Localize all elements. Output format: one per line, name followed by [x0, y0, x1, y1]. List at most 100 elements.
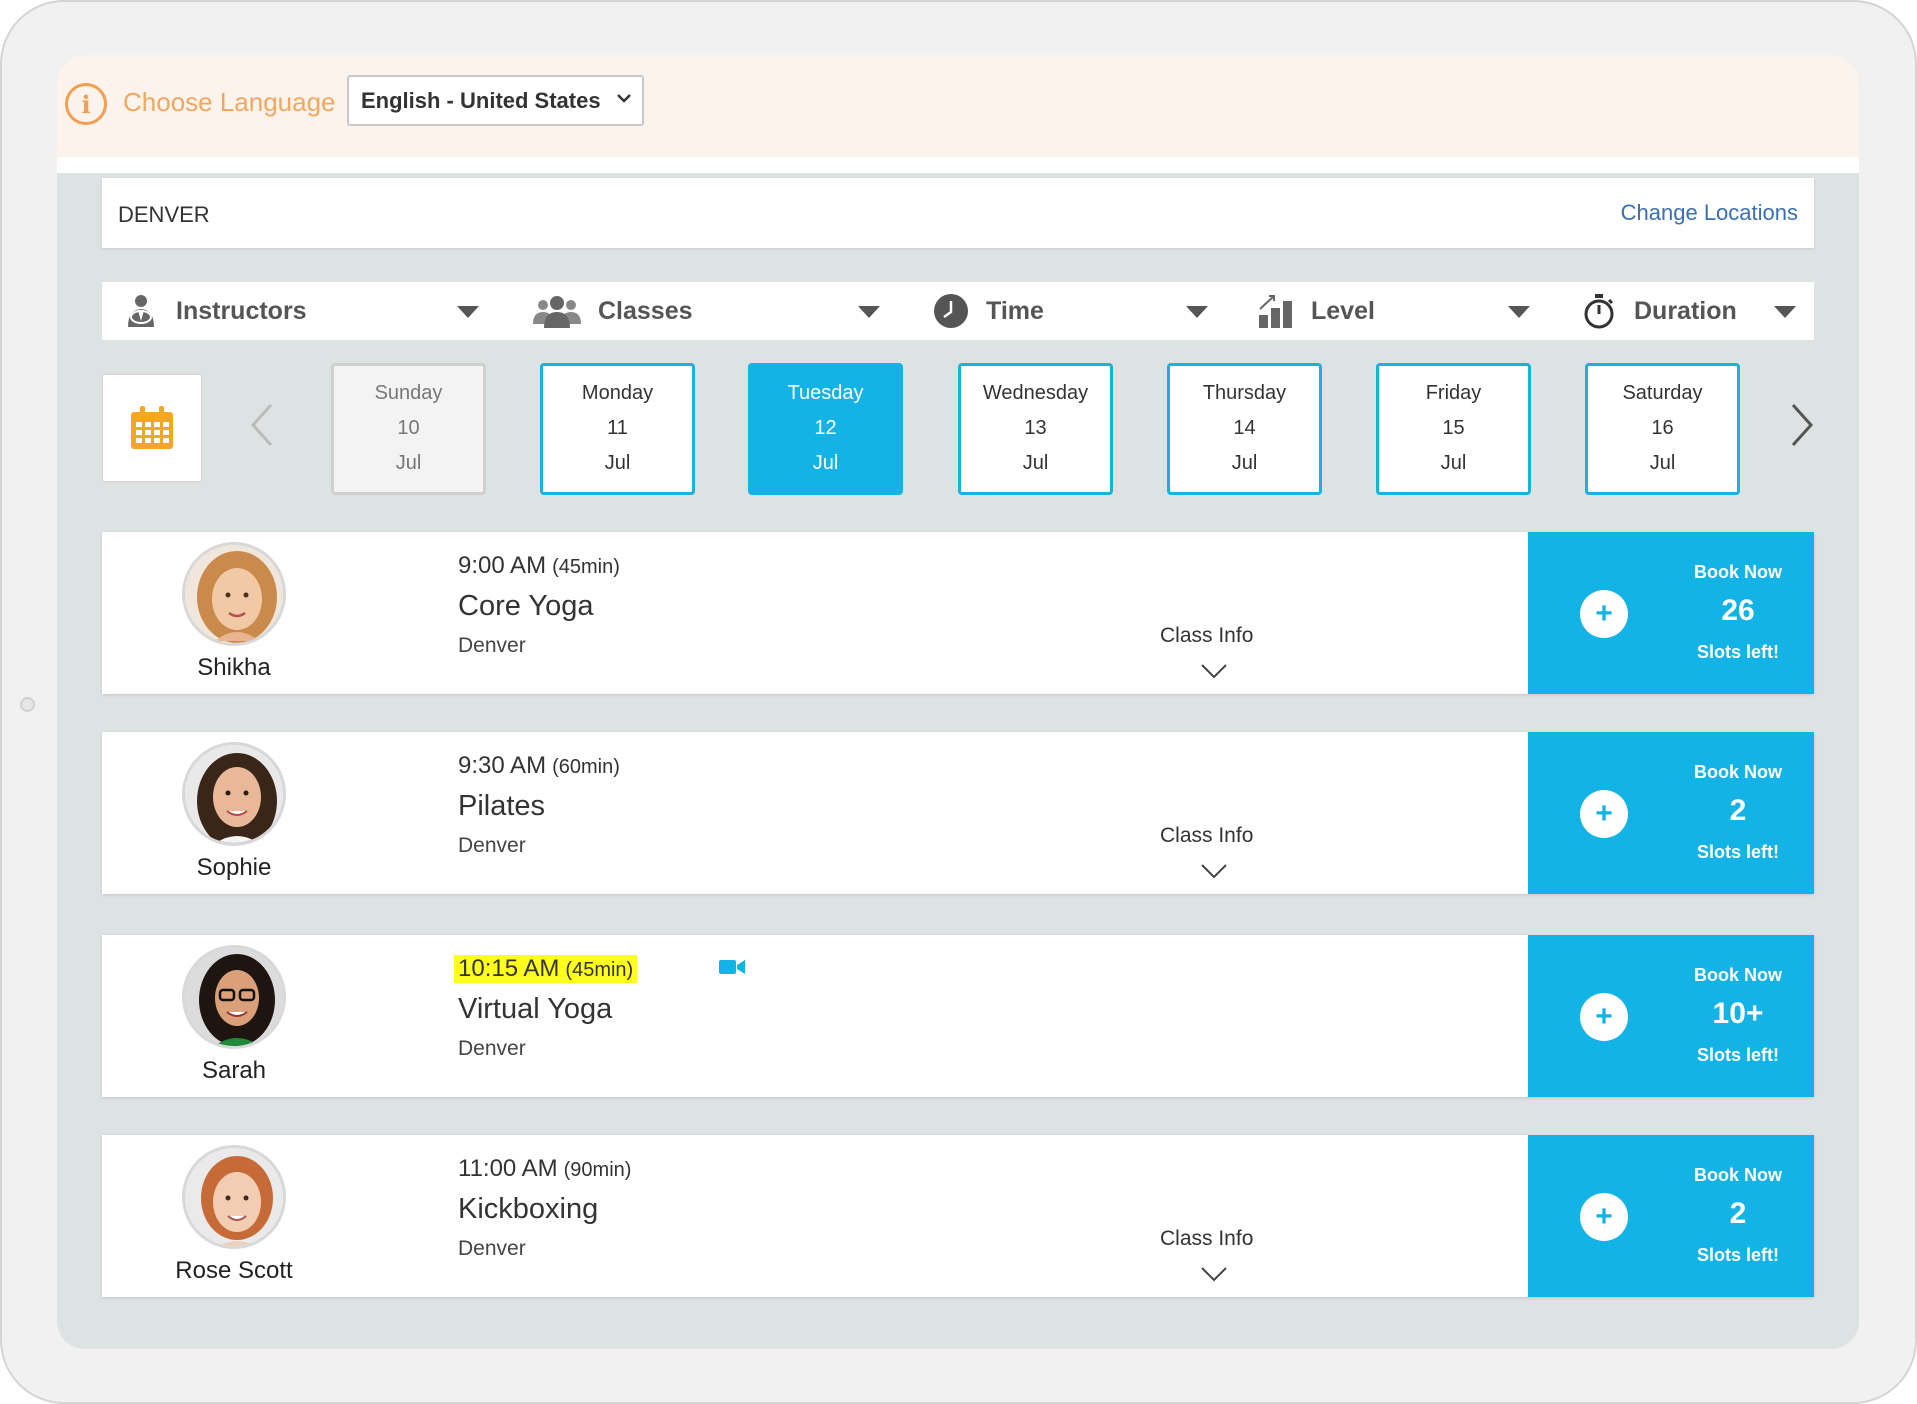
next-week-button[interactable] — [1782, 395, 1822, 455]
avatar — [182, 742, 286, 846]
filter-bar: Instructors Classes Time Level Duration — [102, 282, 1814, 340]
avatar — [182, 1145, 286, 1249]
caret-down-icon[interactable] — [1774, 306, 1796, 318]
day-date: 10 — [397, 417, 420, 439]
filter-label: Instructors — [176, 296, 307, 325]
plus-icon: + — [1580, 790, 1628, 838]
class-card: Sarah 10:15 AM (45min) Virtual Yoga Denve… — [102, 935, 1814, 1097]
day-name: Saturday — [1622, 382, 1703, 404]
day-monday[interactable]: Monday 11 Jul — [540, 363, 695, 495]
class-time: 10:15 AM (45min) — [454, 955, 638, 983]
location-bar: DENVER Change Locations — [102, 178, 1814, 248]
prev-week-button[interactable] — [242, 395, 282, 455]
plus-icon: + — [1580, 1193, 1628, 1241]
day-wednesday[interactable]: Wednesday 13 Jul — [958, 363, 1113, 495]
slots-label: Slots left! — [1696, 842, 1779, 862]
slots-label: Slots left! — [1696, 1245, 1779, 1265]
slots-label: Slots left! — [1696, 1045, 1779, 1065]
filter-duration[interactable]: Duration — [1580, 282, 1737, 340]
book-now-label: Book Now — [1694, 1165, 1782, 1185]
chevron-down-icon[interactable] — [1200, 663, 1228, 684]
class-name: Kickboxing — [458, 1193, 599, 1225]
slots-count: 26 — [1721, 594, 1755, 627]
caret-down-icon[interactable] — [457, 306, 479, 318]
change-locations-link[interactable]: Change Locations — [1621, 200, 1798, 226]
filter-instructors[interactable]: Instructors — [122, 282, 307, 340]
day-sunday[interactable]: Sunday 10 Jul — [331, 363, 486, 495]
language-bar: i Choose Language English - United State… — [57, 55, 1859, 157]
app-screen: i Choose Language English - United State… — [57, 55, 1859, 1349]
class-card: Shikha 9:00 AM (45min) Core Yoga Denver C… — [102, 532, 1814, 694]
book-now-button[interactable]: + Book Now 2 Slots left! — [1528, 1135, 1814, 1297]
slots-label: Slots left! — [1696, 642, 1779, 662]
day-saturday[interactable]: Saturday 16 Jul — [1585, 363, 1740, 495]
day-name: Wednesday — [982, 382, 1089, 404]
language-selected-value: English - United States — [361, 87, 601, 113]
chevron-left-icon — [250, 403, 273, 447]
slots-count: 2 — [1729, 794, 1747, 827]
caret-down-icon[interactable] — [858, 306, 880, 318]
slots-count: 10+ — [1712, 997, 1764, 1030]
class-duration: (60min) — [552, 756, 620, 778]
day-name: Monday — [581, 382, 654, 404]
calendar-icon — [131, 406, 173, 449]
group-icon — [532, 292, 582, 330]
book-now-button[interactable]: + Book Now 26 Slots left! — [1528, 532, 1814, 694]
slots-count: 2 — [1729, 1197, 1747, 1230]
class-time: 9:30 AM (60min) — [458, 752, 620, 780]
chevron-down-icon[interactable] — [1200, 1266, 1228, 1287]
language-label: Choose Language — [123, 87, 336, 117]
class-location: Denver — [458, 834, 526, 857]
class-duration: (45min) — [552, 556, 620, 578]
book-now-button[interactable]: + Book Now 2 Slots left! — [1528, 732, 1814, 894]
chevron-right-icon — [1791, 403, 1814, 447]
calendar-button[interactable] — [102, 374, 202, 482]
filter-time[interactable]: Time — [932, 282, 1044, 340]
day-date: 11 — [607, 417, 628, 439]
plus-icon: + — [1580, 993, 1628, 1041]
day-date: 12 — [814, 417, 837, 439]
day-tuesday[interactable]: Tuesday 12 Jul — [748, 363, 903, 495]
caret-down-icon[interactable] — [1508, 306, 1530, 318]
filter-level[interactable]: Level — [1257, 282, 1375, 340]
class-time-value: 9:30 AM — [458, 752, 547, 779]
book-now-label: Book Now — [1694, 965, 1782, 985]
book-now-label: Book Now — [1694, 562, 1782, 582]
day-month: Jul — [395, 452, 422, 474]
caret-down-icon[interactable] — [1186, 306, 1208, 318]
class-name: Pilates — [458, 790, 546, 822]
location-name: DENVER — [118, 202, 210, 227]
plus-icon: + — [1580, 590, 1628, 638]
clock-icon — [932, 292, 970, 330]
instructor-name: Rose Scott — [175, 1257, 293, 1284]
day-date: 14 — [1233, 417, 1256, 439]
avatar — [182, 945, 286, 1049]
filter-label: Time — [986, 296, 1044, 325]
day-month: Jul — [604, 452, 631, 474]
filter-label: Duration — [1634, 296, 1737, 325]
class-location: Denver — [458, 1037, 526, 1060]
language-select[interactable]: English - United States — [347, 75, 644, 126]
day-month: Jul — [1440, 452, 1467, 474]
class-card: Sophie 9:30 AM (60min) Pilates Denver Cla… — [102, 732, 1814, 894]
class-info-toggle[interactable]: Class Info — [1160, 1227, 1253, 1251]
class-info-toggle[interactable]: Class Info — [1160, 824, 1253, 848]
day-month: Jul — [1231, 452, 1258, 474]
day-date: 15 — [1442, 417, 1465, 439]
instructor-name: Sarah — [201, 1057, 267, 1084]
class-info-toggle[interactable]: Class Info — [1160, 624, 1253, 648]
filter-classes[interactable]: Classes — [532, 282, 693, 340]
chevron-down-icon[interactable] — [1200, 863, 1228, 884]
day-name: Thursday — [1202, 382, 1287, 404]
book-now-label: Book Now — [1694, 762, 1782, 782]
day-month: Jul — [1022, 452, 1049, 474]
day-friday[interactable]: Friday 15 Jul — [1376, 363, 1531, 495]
day-name: Sunday — [374, 382, 443, 404]
filter-label: Classes — [598, 296, 693, 325]
day-date: 13 — [1024, 417, 1047, 439]
instructor-name: Sophie — [196, 854, 272, 881]
class-time-value: 11:00 AM — [458, 1155, 558, 1182]
day-thursday[interactable]: Thursday 14 Jul — [1167, 363, 1322, 495]
book-now-button[interactable]: + Book Now 10+ Slots left! — [1528, 935, 1814, 1097]
day-date: 16 — [1651, 417, 1674, 439]
